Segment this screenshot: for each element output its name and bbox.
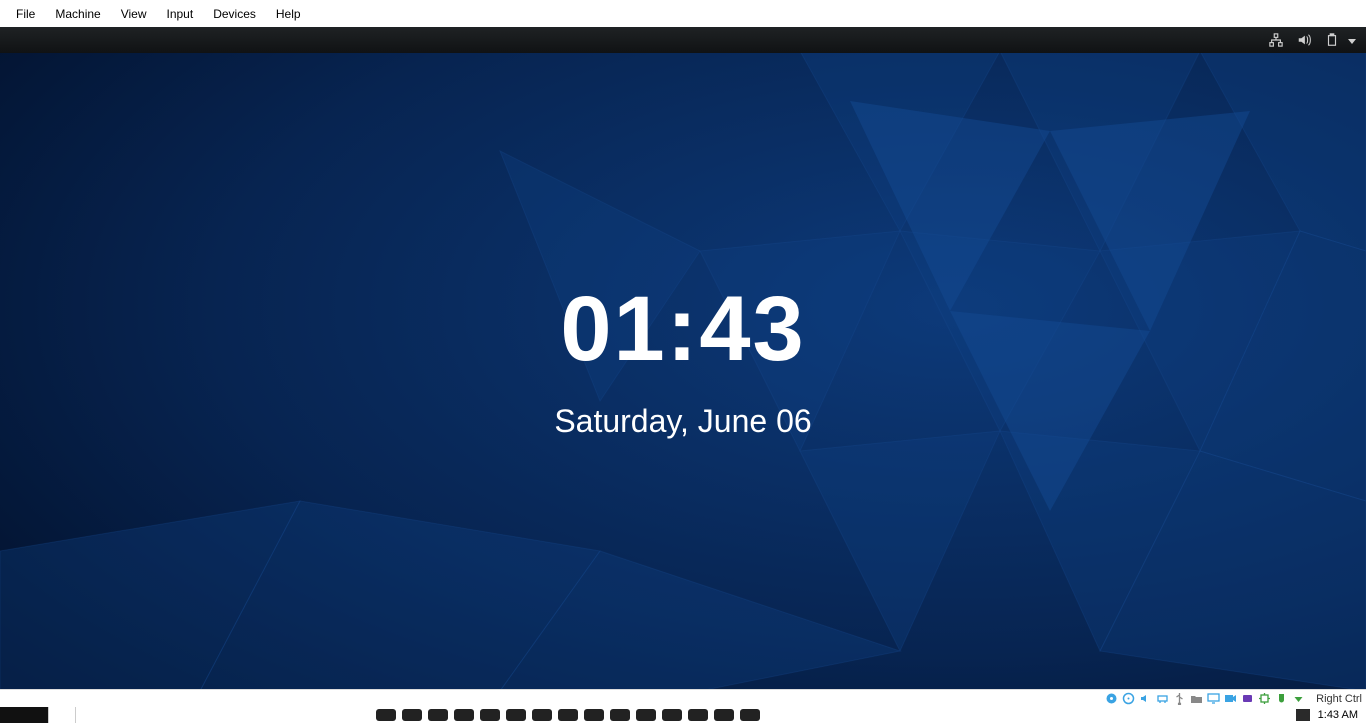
- host-clock[interactable]: 1:43 AM: [1318, 709, 1358, 721]
- shared-folders-icon[interactable]: [1189, 692, 1203, 706]
- taskbar-app[interactable]: [454, 709, 474, 721]
- taskbar-app[interactable]: [402, 709, 422, 721]
- mouse-icon[interactable]: [1274, 692, 1288, 706]
- keyboard-icon[interactable]: [1291, 692, 1305, 706]
- menu-file[interactable]: File: [6, 3, 45, 25]
- taskbar-app[interactable]: [480, 709, 500, 721]
- taskbar-app[interactable]: [688, 709, 708, 721]
- host-taskbar: 1:43 AM: [0, 707, 1366, 723]
- chevron-down-icon[interactable]: [1348, 39, 1356, 44]
- network-icon[interactable]: [1268, 32, 1284, 48]
- record-icon[interactable]: [1223, 692, 1237, 706]
- taskbar-app[interactable]: [610, 709, 630, 721]
- cd-icon[interactable]: [1121, 692, 1135, 706]
- taskbar-apps: [376, 707, 760, 723]
- guest-top-bar: [0, 27, 1366, 53]
- lock-screen-date: Saturday, June 06: [554, 403, 811, 440]
- usb-icon[interactable]: [1172, 692, 1186, 706]
- vm-status-bar: Right Ctrl: [0, 689, 1366, 707]
- battery-icon[interactable]: [1324, 32, 1340, 48]
- guest-lock-screen[interactable]: 01:43 Saturday, June 06: [0, 53, 1366, 689]
- taskbar-app[interactable]: [506, 709, 526, 721]
- search-button[interactable]: [48, 707, 76, 723]
- start-button[interactable]: [0, 707, 48, 723]
- tray-icon[interactable]: [1296, 709, 1310, 721]
- taskbar-app[interactable]: [532, 709, 552, 721]
- taskbar-app[interactable]: [558, 709, 578, 721]
- hdd-icon[interactable]: [1104, 692, 1118, 706]
- menu-input[interactable]: Input: [157, 3, 204, 25]
- net-icon[interactable]: [1155, 692, 1169, 706]
- menu-help[interactable]: Help: [266, 3, 311, 25]
- audio-icon[interactable]: [1138, 692, 1152, 706]
- cpu-icon[interactable]: [1257, 692, 1271, 706]
- vrde-icon[interactable]: [1240, 692, 1254, 706]
- taskbar-app[interactable]: [584, 709, 604, 721]
- menu-machine[interactable]: Machine: [45, 3, 110, 25]
- host-key-label: Right Ctrl: [1312, 693, 1362, 705]
- volume-icon[interactable]: [1296, 32, 1312, 48]
- taskbar-app[interactable]: [376, 709, 396, 721]
- display-icon[interactable]: [1206, 692, 1220, 706]
- lock-screen-time: 01:43: [560, 283, 805, 375]
- taskbar-app[interactable]: [428, 709, 448, 721]
- vm-menu-bar: File Machine View Input Devices Help: [0, 0, 1366, 27]
- taskbar-app[interactable]: [662, 709, 682, 721]
- menu-view[interactable]: View: [111, 3, 157, 25]
- taskbar-app[interactable]: [714, 709, 734, 721]
- taskbar-app[interactable]: [740, 709, 760, 721]
- taskbar-app[interactable]: [636, 709, 656, 721]
- menu-devices[interactable]: Devices: [203, 3, 266, 25]
